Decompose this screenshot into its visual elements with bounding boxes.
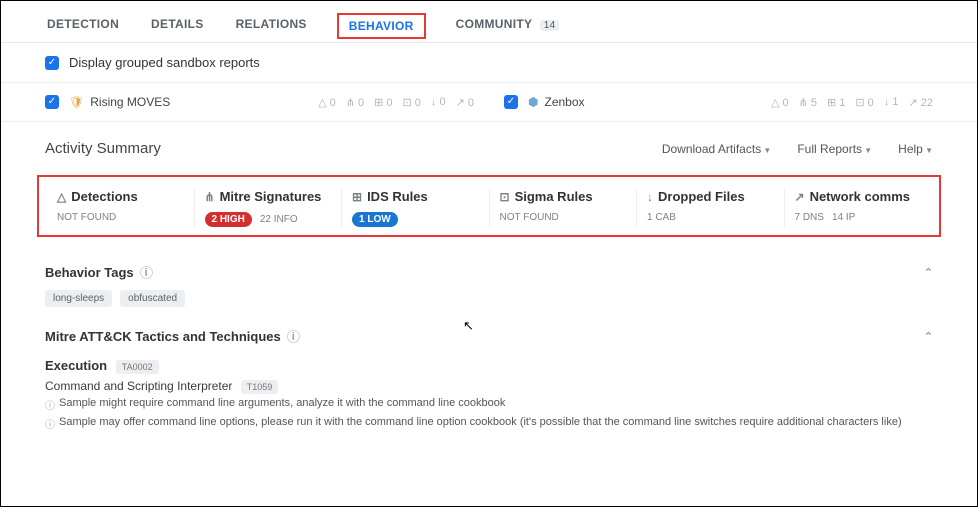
info-icon[interactable]: i xyxy=(287,330,300,343)
sandbox-rising-name: Rising MOVES xyxy=(90,95,170,109)
sandbox-zenbox-checkbox[interactable] xyxy=(504,95,518,109)
mitre-high-badge: 2 HIGH xyxy=(205,212,252,227)
info-icon[interactable]: i xyxy=(140,266,153,279)
behavior-tags-section: Behavior Tags i ⌃ long-sleeps obfuscated xyxy=(1,249,977,321)
behavior-tags-title: Behavior Tags xyxy=(45,265,134,280)
full-reports-button[interactable]: Full Reports xyxy=(797,142,872,156)
card-network[interactable]: ↗Network comms 7 DNS 14 IP xyxy=(784,189,932,227)
community-count-badge: 14 xyxy=(540,20,560,31)
tag-obfuscated[interactable]: obfuscated xyxy=(120,290,185,307)
tabs-bar: DETECTION DETAILS RELATIONS BEHAVIOR COM… xyxy=(1,9,977,43)
card-mitre[interactable]: ⋔Mitre Signatures 2 HIGH 22 INFO xyxy=(194,189,342,227)
technique-detail: Sample might require command line argume… xyxy=(59,397,505,409)
tactic-id[interactable]: TA0002 xyxy=(116,360,159,374)
tab-detection[interactable]: DETECTION xyxy=(45,11,121,41)
technique-detail: Sample may offer command line options, p… xyxy=(59,416,902,428)
card-dropped[interactable]: ↓Dropped Files 1 CAB xyxy=(636,189,784,227)
tab-community-label: COMMUNITY xyxy=(456,17,532,31)
card-ids[interactable]: ⊞IDS Rules 1 LOW xyxy=(341,189,489,227)
grouped-reports-label: Display grouped sandbox reports xyxy=(69,55,260,70)
tab-relations[interactable]: RELATIONS xyxy=(234,11,309,41)
shield-icon: 🛡 xyxy=(69,95,84,109)
mitre-icon: ⋔ xyxy=(205,190,215,204)
technique-name: Command and Scripting Interpreter xyxy=(45,379,232,393)
warning-icon: △ xyxy=(57,190,66,204)
ids-icon: ⊞ xyxy=(352,190,362,204)
activity-summary-title: Activity Summary xyxy=(45,140,161,157)
chevron-up-icon[interactable]: ⌃ xyxy=(924,266,933,279)
sandbox-zenbox-name: Zenbox xyxy=(544,95,584,109)
tag-long-sleeps[interactable]: long-sleeps xyxy=(45,290,112,307)
download-artifacts-button[interactable]: Download Artifacts xyxy=(662,142,772,156)
help-button[interactable]: Help xyxy=(898,142,933,156)
cube-icon: ⬢ xyxy=(528,95,538,109)
sandbox-row: 🛡 Rising MOVES △ 0 ⋔ 0 ⊞ 0 ⊡ 0 ↓ 0 ↗ 0 ⬢… xyxy=(1,83,977,122)
activity-summary-header: Activity Summary Download Artifacts Full… xyxy=(1,122,977,169)
tab-community[interactable]: COMMUNITY 14 xyxy=(454,11,562,41)
tactic-name: Execution xyxy=(45,358,107,373)
sigma-icon: ⊡ xyxy=(500,190,510,204)
sandbox-rising-stats: △ 0 ⋔ 0 ⊞ 0 ⊡ 0 ↓ 0 ↗ 0 xyxy=(318,96,474,109)
grouped-reports-row: Display grouped sandbox reports xyxy=(1,43,977,83)
activity-summary-cards: △Detections NOT FOUND ⋔Mitre Signatures … xyxy=(37,175,941,237)
sandbox-zenbox-stats: △ 0 ⋔ 5 ⊞ 1 ⊡ 0 ↓ 1 ↗ 22 xyxy=(771,96,933,109)
mitre-attck-section: Mitre ATT&CK Tactics and Techniques i ⌃ … xyxy=(1,321,977,441)
chevron-up-icon[interactable]: ⌃ xyxy=(924,330,933,343)
tab-details[interactable]: DETAILS xyxy=(149,11,206,41)
dropped-icon: ↓ xyxy=(647,190,653,204)
tab-behavior[interactable]: BEHAVIOR xyxy=(347,13,416,43)
network-icon: ↗ xyxy=(795,190,805,204)
card-detections[interactable]: △Detections NOT FOUND xyxy=(47,189,194,227)
grouped-reports-checkbox[interactable] xyxy=(45,56,59,70)
technique-id[interactable]: T1059 xyxy=(241,380,279,394)
ids-low-badge: 1 LOW xyxy=(352,212,398,227)
sandbox-rising-checkbox[interactable] xyxy=(45,95,59,109)
card-sigma[interactable]: ⊡Sigma Rules NOT FOUND xyxy=(489,189,637,227)
mitre-attck-title: Mitre ATT&CK Tactics and Techniques xyxy=(45,329,281,344)
